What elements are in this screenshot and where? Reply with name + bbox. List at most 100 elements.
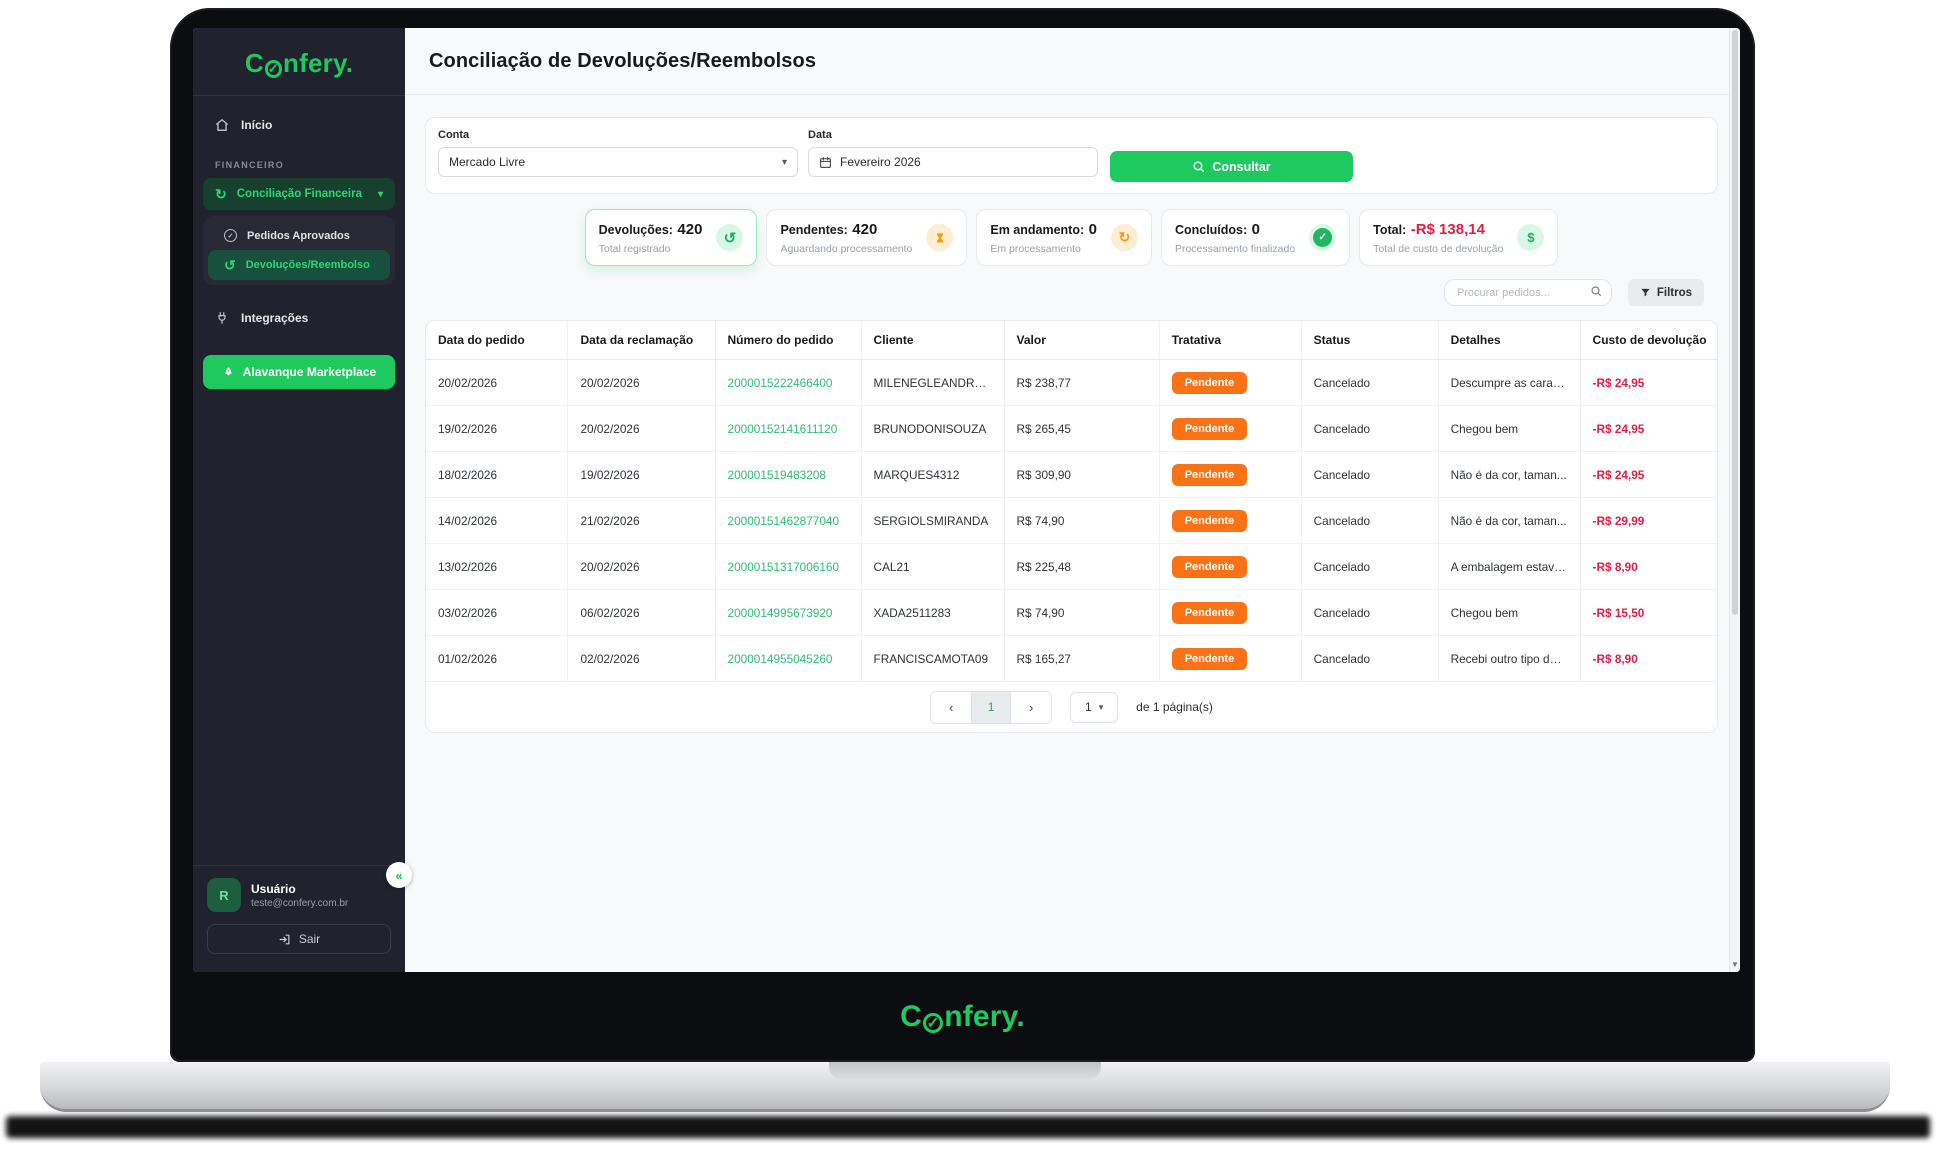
page-count-label: de 1 página(s)	[1136, 700, 1213, 714]
stat-card-devolucoes[interactable]: Devoluções: 420 Total registrado ↺	[584, 209, 758, 266]
table-row[interactable]: 01/02/2026 02/02/2026 2000014955045260 F…	[426, 635, 1717, 682]
undo-icon: ↺	[224, 257, 236, 273]
page-size-select[interactable]: 1 ▾	[1070, 691, 1119, 723]
stat-title: Concluídos:	[1174, 222, 1248, 237]
prev-page-button[interactable]: ‹	[931, 691, 972, 723]
conta-select[interactable]: Mercado Livre ▾	[438, 147, 798, 177]
search-input[interactable]	[1443, 279, 1612, 306]
sidebar-submenu: ✓ Pedidos Aprovados ↺ Devoluções/Reembol…	[203, 216, 395, 285]
collapse-sidebar-button[interactable]: «	[386, 862, 412, 888]
stat-value: 0	[1088, 220, 1097, 238]
table-row[interactable]: 03/02/2026 06/02/2026 2000014995673920 X…	[426, 589, 1717, 636]
cell-data-pedido: 20/02/2026	[426, 359, 569, 406]
footer-logo: C ✓ nfery.	[900, 1000, 1025, 1034]
cell-valor: R$ 309,90	[1004, 451, 1160, 498]
sidebar-item-conciliacao-financeira[interactable]: ↻ Conciliação Financeira ▾	[203, 178, 395, 210]
tratativa-badge: Pendente	[1171, 555, 1248, 578]
stat-title: Pendentes:	[780, 222, 848, 237]
logout-button-label: Sair	[298, 932, 321, 946]
stat-title: Total:	[1373, 222, 1407, 237]
cell-valor: R$ 165,27	[1004, 635, 1160, 682]
stat-card-em-andamento[interactable]: Em andamento: 0 Em processamento ↻	[976, 209, 1152, 266]
logout-icon	[279, 934, 290, 944]
next-page-button[interactable]: ›	[1011, 691, 1052, 723]
page-header: Conciliação de Devoluções/Reembolsos	[405, 28, 1740, 95]
sidebar-item-integracoes[interactable]: Integrações	[203, 303, 395, 333]
cell-data-reclamacao: 20/02/2026	[567, 359, 716, 406]
data-label: Data	[808, 129, 832, 141]
stat-card-pendentes[interactable]: Pendentes: 420 Aguardando processamento	[766, 209, 968, 266]
table-row[interactable]: 13/02/2026 20/02/2026 20000151317006160 …	[426, 543, 1717, 590]
user-info: R Usuário teste@confery.com.br	[193, 866, 405, 920]
sidebar-item-label: Devoluções/Reembolso	[245, 259, 370, 271]
cell-data-reclamacao: 02/02/2026	[567, 635, 716, 682]
cell-valor: R$ 238,77	[1004, 359, 1160, 406]
check-circle-icon: ✓	[1309, 224, 1337, 251]
stat-title: Devoluções:	[598, 222, 673, 237]
cell-data-pedido: 13/02/2026	[426, 543, 569, 590]
app-window: C ✓ nfery. Início FINANCEIRO ↻ Conciliação…	[193, 28, 1740, 972]
sidebar-section-label: FINANCEIRO	[215, 160, 284, 170]
data-input-value: Fevereiro 2026	[840, 155, 921, 169]
table-row[interactable]: 19/02/2026 20/02/2026 20000152141611120 …	[426, 405, 1717, 452]
scrollbar-thumb[interactable]	[1732, 30, 1738, 616]
laptop-screen: C ✓ nfery. Início FINANCEIRO ↻ Conciliação…	[170, 8, 1755, 1062]
sidebar-item-label: Conciliação Financeira	[236, 188, 362, 200]
cell-cliente: BRUNODONISOUZA	[861, 405, 1005, 452]
sidebar-item-inicio[interactable]: Início	[203, 110, 395, 140]
cell-data-pedido: 19/02/2026	[426, 405, 569, 452]
stat-subtitle: Total de custo de devolução	[1373, 242, 1504, 255]
table-row[interactable]: 20/02/2026 20/02/2026 2000015222466400 M…	[426, 359, 1717, 406]
sidebar-item-pedidos-aprovados[interactable]: ✓ Pedidos Aprovados	[208, 221, 390, 250]
marketplace-button[interactable]: Alavanque Marketplace	[203, 355, 395, 389]
cell-status: Cancelado	[1301, 635, 1439, 682]
cell-data-reclamacao: 06/02/2026	[567, 589, 716, 636]
stat-value: -R$ 138,14	[1410, 220, 1485, 238]
sidebar-item-devolucoes-reembolso[interactable]: ↺ Devoluções/Reembolso	[208, 250, 390, 280]
column-header: Número do pedido	[715, 321, 862, 360]
logo-check-icon: ✓	[922, 1013, 944, 1034]
cell-data-pedido: 03/02/2026	[426, 589, 569, 636]
data-input[interactable]: Fevereiro 2026	[808, 147, 1098, 177]
cell-cliente: SERGIOLSMIRANDA	[861, 497, 1005, 544]
order-number-link[interactable]: 2000014955045260	[728, 652, 833, 666]
order-number-link[interactable]: 20000151462877040	[728, 514, 840, 528]
scroll-down-arrow-icon[interactable]: ▼	[1730, 960, 1740, 969]
stat-card-concluidos[interactable]: Concluídos: 0 Processamento finalizado ✓	[1160, 209, 1351, 266]
search-row: Filtros	[425, 279, 1718, 306]
stat-card-total[interactable]: Total: -R$ 138,14 Total de custo de devo…	[1359, 209, 1559, 266]
home-icon	[216, 119, 228, 131]
cell-custo: -R$ 24,95	[1580, 359, 1717, 406]
stat-value: 420	[852, 220, 878, 238]
order-number-link[interactable]: 20000152141611120	[728, 422, 838, 436]
order-number-link[interactable]: 2000014995673920	[728, 606, 833, 620]
cell-data-reclamacao: 21/02/2026	[567, 497, 716, 544]
tratativa-badge: Pendente	[1171, 371, 1248, 394]
cell-cliente: CAL21	[861, 543, 1005, 590]
order-number-link[interactable]: 2000015222466400	[728, 376, 833, 390]
caret-down-icon: ▾	[781, 156, 787, 168]
cell-data-pedido: 18/02/2026	[426, 451, 569, 498]
screen-footer: C ✓ nfery.	[170, 972, 1755, 1062]
filtros-button[interactable]: Filtros	[1627, 279, 1704, 306]
order-number-link[interactable]: 20000151317006160	[728, 560, 840, 574]
logout-button[interactable]: Sair	[207, 924, 391, 954]
cell-valor: R$ 74,90	[1004, 589, 1160, 636]
column-header: Data da reclamação	[567, 321, 716, 360]
consultar-button[interactable]: Consultar	[1110, 151, 1353, 182]
logo-check-icon: ✓	[264, 60, 283, 78]
conta-label: Conta	[438, 129, 470, 141]
cell-data-reclamacao: 19/02/2026	[567, 451, 716, 498]
table-row[interactable]: 18/02/2026 19/02/2026 200001519483208 MA…	[426, 451, 1717, 498]
column-header: Cliente	[861, 321, 1005, 360]
stat-value: 420	[677, 220, 703, 238]
filtros-button-label: Filtros	[1656, 286, 1692, 299]
user-email: teste@confery.com.br	[251, 897, 349, 909]
cell-detalhes: Recebi outro tipo de ...	[1438, 635, 1581, 682]
stat-subtitle: Aguardando processamento	[780, 242, 913, 255]
current-page-button[interactable]: 1	[971, 691, 1012, 723]
vertical-scrollbar[interactable]: ▼	[1729, 28, 1740, 972]
user-name: Usuário	[251, 881, 296, 896]
order-number-link[interactable]: 200001519483208	[728, 468, 826, 482]
table-row[interactable]: 14/02/2026 21/02/2026 20000151462877040 …	[426, 497, 1717, 544]
